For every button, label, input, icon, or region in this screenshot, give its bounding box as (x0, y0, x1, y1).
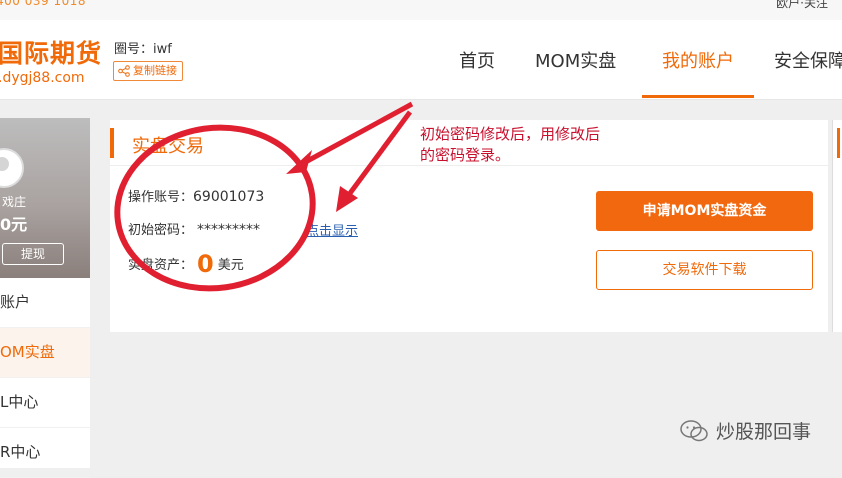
account-value: 69001073 (193, 189, 265, 205)
sidebar-item-center-1[interactable]: L中心 (0, 378, 90, 428)
sidebar: 戏庄 0元 提现 账户 OM实盘 L中心 R中心 (0, 118, 90, 478)
annotation-note-line-2: 的密码登录。 (420, 146, 511, 164)
annotation-note: 初始密码修改后，用修改后 的密码登录。 (420, 124, 650, 166)
side-menu: 账户 OM实盘 L中心 R中心 (0, 278, 90, 478)
nav-my-account[interactable]: 我的账户 (662, 47, 734, 73)
password-value: ********* (197, 222, 261, 238)
site-header: 国际期货 .dygj88.com 圈号：iwf 复制链接 首页 MOM实盘 我的… (0, 20, 842, 100)
nav-active-underline (642, 95, 754, 98)
top-bar: 400 039 1018 欧户·关注 (0, 0, 842, 21)
assets-row: 实盘资产： 0 美元 (128, 250, 244, 278)
profile-name: 戏庄 (2, 195, 27, 209)
right-accent (837, 128, 840, 158)
annotation-note-line-1: 初始密码修改后，用修改后 (420, 125, 601, 143)
panel-title: 实盘交易 (132, 136, 204, 157)
assets-value: 0 (197, 250, 214, 278)
show-password-link[interactable]: 点击显示 (306, 220, 358, 239)
hotline-phone: 400 039 1018 (0, 0, 86, 8)
avatar[interactable] (0, 148, 24, 188)
apply-mom-funds-button[interactable]: 申请MOM实盘资金 (596, 191, 813, 231)
main-nav: 首页 MOM实盘 我的账户 安全保障 (0, 20, 842, 99)
watermark: 炒股那回事 (680, 417, 811, 444)
watermark-text: 炒股那回事 (716, 421, 812, 443)
assets-label: 实盘资产： (128, 258, 194, 273)
download-software-button[interactable]: 交易软件下载 (596, 250, 813, 290)
password-row: 初始密码： ********* (128, 219, 260, 238)
sidebar-item-mom[interactable]: OM实盘 (0, 328, 90, 378)
nav-mom[interactable]: MOM实盘 (535, 47, 616, 73)
profile-card: 戏庄 0元 提现 (0, 118, 90, 278)
assets-unit: 美元 (217, 258, 244, 273)
account-row: 操作账号：69001073 (128, 186, 264, 205)
sidebar-item-center-2[interactable]: R中心 (0, 428, 90, 478)
wechat-icon (680, 419, 708, 441)
withdraw-button[interactable]: 提现 (2, 243, 64, 265)
nav-home[interactable]: 首页 (459, 47, 495, 73)
nav-security[interactable]: 安全保障 (774, 47, 842, 73)
sidebar-item-account[interactable]: 账户 (0, 278, 90, 328)
follow-link[interactable]: 欧户·关注 (776, 0, 828, 11)
profile-balance: 0元 (0, 215, 28, 234)
right-panel-edge (832, 120, 842, 332)
title-accent (110, 128, 114, 158)
account-label: 操作账号： (128, 190, 194, 205)
password-label: 初始密码： (128, 223, 194, 238)
